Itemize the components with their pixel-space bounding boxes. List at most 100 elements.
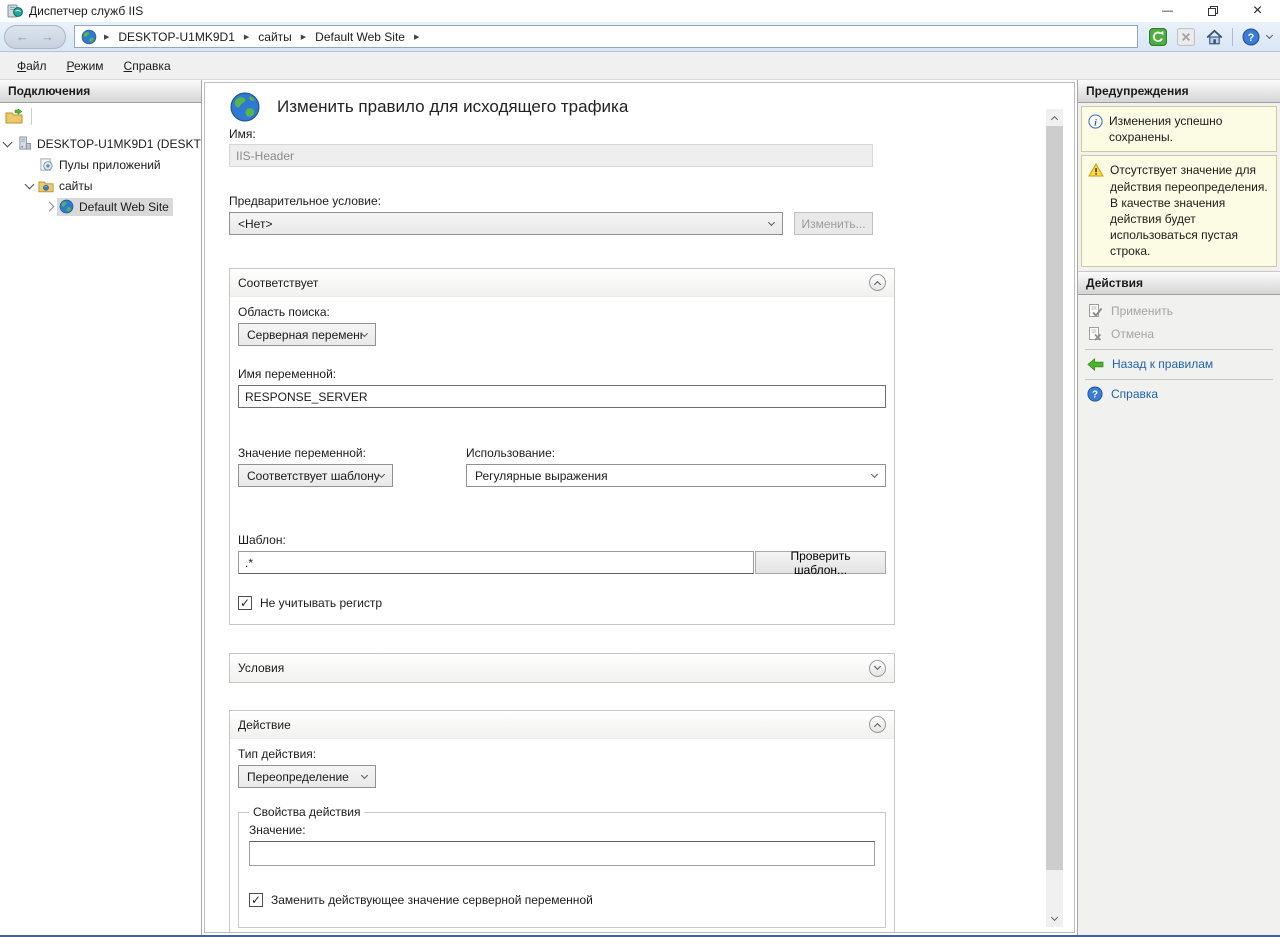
actions-separator: [1085, 349, 1273, 350]
conditions-section-header[interactable]: Условия: [230, 654, 894, 682]
forward-icon[interactable]: →: [41, 29, 54, 44]
pattern-label: Шаблон:: [238, 533, 886, 547]
scope-select[interactable]: Серверная переменн: [238, 323, 376, 346]
action-section-header[interactable]: Действие: [230, 711, 894, 739]
sites-folder-icon: [37, 179, 55, 193]
help-dropdown-icon[interactable]: [1266, 32, 1273, 39]
cancel-button[interactable]: Отмена: [1078, 323, 1280, 346]
home-button[interactable]: [1202, 26, 1226, 48]
navigation-toolbar: ← → ▶ DESKTOP-U1MK9D1 ▶ сайты ▶ Default …: [0, 22, 1280, 52]
match-section-header[interactable]: Соответствует: [230, 269, 894, 297]
content-area: Изменить правило для исходящего трафика …: [202, 80, 1078, 935]
alert-warning: Отсутствует значение для действия переоп…: [1081, 155, 1277, 266]
menu-bar: Файл Режим Справка: [0, 52, 1280, 80]
toolbar-separator: [1232, 28, 1233, 46]
action-properties-legend: Свойства действия: [249, 805, 364, 819]
stop-button[interactable]: [1174, 26, 1198, 48]
breadcrumb-item-default-web-site[interactable]: Default Web Site: [313, 29, 407, 45]
tree-item-server[interactable]: DESKTOP-U1MK9D1 (DESKTOP: [0, 133, 201, 154]
site-globe-icon: [57, 199, 75, 214]
scroll-down-button[interactable]: [1046, 910, 1063, 927]
expand-section-button[interactable]: [869, 660, 886, 677]
usage-select[interactable]: Регулярные выражения: [466, 464, 886, 487]
tree-item-sites[interactable]: сайты: [0, 175, 201, 196]
restore-button[interactable]: [1190, 0, 1235, 22]
alerts-header: Предупреждения: [1078, 80, 1280, 103]
expand-icon[interactable]: [42, 203, 57, 210]
tree-item-app-pools[interactable]: Пулы приложений: [0, 154, 201, 175]
home-icon: [1205, 28, 1224, 46]
collapse-icon[interactable]: [0, 142, 15, 146]
precondition-select[interactable]: <Нет>: [229, 212, 783, 235]
match-section-title: Соответствует: [238, 276, 318, 290]
breadcrumb-item-server[interactable]: DESKTOP-U1MK9D1: [116, 29, 236, 45]
toolbar-separator: [31, 108, 32, 125]
action-value-input[interactable]: [249, 841, 875, 866]
window-title: Диспетчер служб IIS: [29, 4, 143, 18]
scope-value: Серверная переменн: [247, 328, 362, 342]
tree-item-default-web-site[interactable]: Default Web Site: [0, 196, 201, 217]
chevron-down-icon: [361, 330, 368, 337]
check-icon: ✓: [251, 894, 261, 906]
precondition-value: <Нет>: [238, 217, 272, 231]
collapse-section-button[interactable]: [869, 274, 886, 291]
scroll-up-button[interactable]: [1046, 109, 1063, 126]
name-input[interactable]: [229, 144, 873, 167]
refresh-icon: [1149, 28, 1167, 46]
back-to-rules-link[interactable]: Назад к правилам: [1078, 353, 1280, 376]
collapse-section-button[interactable]: [869, 716, 886, 733]
variable-name-label: Имя переменной:: [238, 367, 886, 381]
chevron-down-icon: [378, 470, 385, 477]
svg-text:?: ?: [1248, 32, 1255, 44]
svg-text:?: ?: [1092, 390, 1098, 401]
close-button[interactable]: ×: [1235, 0, 1280, 22]
refresh-button[interactable]: [1146, 26, 1170, 48]
variable-value-select[interactable]: Соответствует шаблону: [238, 464, 393, 487]
action-value-label: Значение:: [249, 823, 875, 837]
chevron-down-icon: [768, 218, 775, 225]
help-button[interactable]: ?: [1239, 26, 1263, 48]
alerts-list: i Изменения успешно сохранены. Отсутству…: [1078, 103, 1280, 272]
add-connection-icon[interactable]: [5, 109, 24, 125]
alert-info: i Изменения успешно сохранены.: [1081, 106, 1277, 152]
minimize-button[interactable]: —: [1145, 0, 1190, 22]
action-type-select[interactable]: Переопределение: [238, 765, 376, 788]
alert-info-text: Изменения успешно сохранены.: [1109, 113, 1270, 145]
vertical-scrollbar[interactable]: [1046, 109, 1063, 927]
breadcrumb-item-sites[interactable]: сайты: [256, 29, 294, 45]
edit-precondition-button[interactable]: Изменить...: [794, 212, 873, 235]
test-pattern-button[interactable]: Проверить шаблон...: [755, 551, 886, 574]
conditions-section-title: Условия: [238, 661, 284, 675]
right-panel: Предупреждения i Изменения успешно сохра…: [1078, 80, 1280, 935]
ignore-case-checkbox[interactable]: ✓: [238, 596, 252, 610]
tree-item-app-pools-label: Пулы приложений: [55, 156, 165, 174]
close-icon: ×: [1253, 2, 1262, 20]
back-icon[interactable]: ←: [16, 29, 29, 44]
help-circle-icon: ?: [1087, 386, 1103, 402]
action-section-title: Действие: [238, 718, 291, 732]
menu-help-label: Справка: [124, 59, 171, 73]
edit-outbound-rule-page: Изменить правило для исходящего трафика …: [204, 82, 1075, 933]
variable-value-label: Значение переменной:: [238, 446, 466, 460]
ignore-case-row: ✓ Не учитывать регистр: [238, 596, 886, 610]
menu-mode[interactable]: Режим: [58, 55, 113, 77]
menu-help[interactable]: Справка: [115, 55, 180, 77]
apply-button[interactable]: Применить: [1078, 300, 1280, 323]
address-bar[interactable]: ▶ DESKTOP-U1MK9D1 ▶ сайты ▶ Default Web …: [74, 25, 1138, 48]
replace-value-checkbox[interactable]: ✓: [249, 893, 263, 907]
menu-file[interactable]: Файл: [8, 55, 56, 77]
variable-name-input[interactable]: [238, 385, 886, 408]
scrollbar-thumb[interactable]: [1046, 126, 1063, 870]
action-type-value: Переопределение: [247, 770, 349, 784]
actions-header: Действия: [1078, 272, 1280, 295]
breadcrumb-separator-icon: ▶: [244, 33, 249, 41]
help-link[interactable]: ? Справка: [1078, 383, 1280, 406]
breadcrumb-separator-icon: ▶: [301, 33, 306, 41]
server-icon: [15, 136, 33, 151]
collapse-icon[interactable]: [22, 184, 37, 188]
action-properties-group: Свойства действия Значение: ✓ Заменить д…: [238, 805, 886, 928]
cancel-label: Отмена: [1111, 327, 1154, 341]
pattern-input[interactable]: [238, 551, 754, 574]
precondition-label: Предварительное условие:: [229, 194, 873, 208]
match-section: Соответствует Область поиска: Серверная …: [229, 268, 895, 625]
